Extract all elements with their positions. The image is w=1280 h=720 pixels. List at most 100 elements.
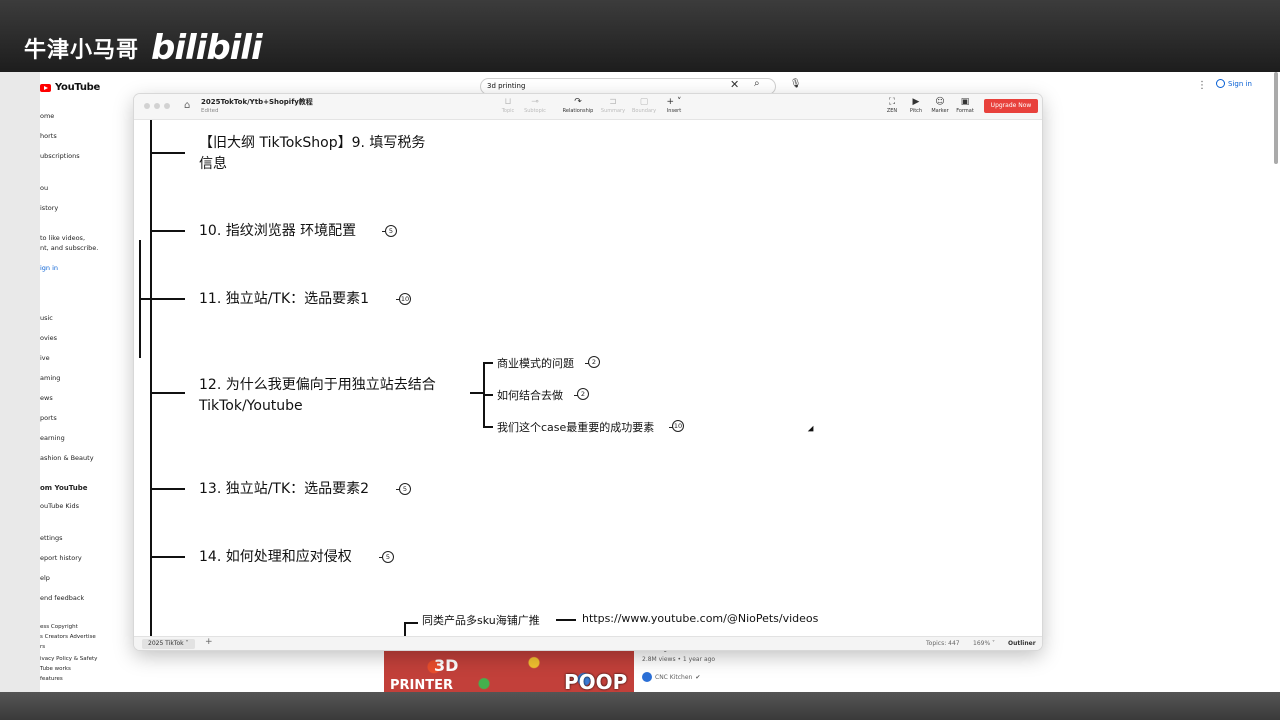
mouse-cursor-icon xyxy=(807,425,817,435)
insert-button[interactable]: + ˅ Insert xyxy=(657,97,691,115)
sidebar-item-you[interactable]: ou xyxy=(40,184,48,192)
sidebar-footer-5[interactable]: Tube works xyxy=(40,666,71,672)
video-bottom-band xyxy=(0,692,1280,720)
subtopic-count-badge-14[interactable]: 5 xyxy=(382,551,394,563)
summary-button[interactable]: ⊐ Summary xyxy=(596,97,630,115)
sidebar-item-history[interactable]: istory xyxy=(40,204,58,212)
insert-icon: + ˅ xyxy=(666,97,682,107)
subtopic-count-badge-sub-3[interactable]: 10 xyxy=(672,420,684,432)
topic-node-14[interactable]: 14. 如何处理和应对侵权 xyxy=(199,547,352,567)
connector-node-12 xyxy=(151,392,185,394)
subtopic-button[interactable]: ⊸ Subtopic xyxy=(518,97,552,115)
app-status-bar: 2025 TikTok ˅ + Topics: 447 169% ˅ Outli… xyxy=(134,636,1042,650)
window-minimize-button[interactable] xyxy=(154,103,160,109)
youtube-sign-in-button[interactable]: Sign in xyxy=(1216,79,1252,88)
subtopic-how-to-combine[interactable]: 如何结合去做 xyxy=(497,387,563,403)
video-thumbnail[interactable]: 3D PRINTER POOP xyxy=(384,650,634,692)
sidebar-item-home[interactable]: ome xyxy=(40,112,54,120)
bilibili-logo: bilibili xyxy=(151,28,263,68)
sidebar-signin-link[interactable]: ign in xyxy=(40,264,58,272)
sidebar-item-youtube-kids[interactable]: ouTube Kids xyxy=(40,502,79,510)
outliner-button[interactable]: Outliner xyxy=(1008,640,1036,647)
document-title[interactable]: 2025TokTok/Ytb+Shopify教程 xyxy=(201,97,313,107)
home-icon[interactable]: ⌂ xyxy=(184,100,190,111)
sidebar-item-sports[interactable]: ports xyxy=(40,414,57,422)
sidebar-footer-6[interactable]: features xyxy=(40,676,63,682)
search-icon[interactable]: ⌕ xyxy=(754,78,760,89)
topic-node-9-line-1[interactable]: 【旧大纲 TikTokShop】9. 填写税务 xyxy=(199,133,425,153)
subtopic-count-badge-11[interactable]: 10 xyxy=(399,293,411,305)
relationship-button[interactable]: ↷ Relationship xyxy=(561,97,595,115)
left-edge xyxy=(0,72,40,692)
mindmap-app-window: ⌂ 2025TokTok/Ytb+Shopify教程 Edited ⊔ Topi… xyxy=(134,94,1042,650)
upgrade-now-button[interactable]: Upgrade Now xyxy=(984,99,1038,113)
boundary-label: Boundary xyxy=(631,108,657,114)
more-vertical-icon[interactable]: ⋮ xyxy=(1197,80,1207,91)
topic-niopets-link[interactable]: https://www.youtube.com/@NioPets/videos xyxy=(582,612,818,625)
sheet-tab-2025-tiktok[interactable]: 2025 TikTok ˅ xyxy=(142,639,195,649)
sidebar-item-fashion[interactable]: ashion & Beauty xyxy=(40,454,94,462)
document-status: Edited xyxy=(201,108,219,114)
child-connector-3 xyxy=(483,426,493,428)
sidebar-item-live[interactable]: ive xyxy=(40,354,50,362)
sidebar-item-news[interactable]: ews xyxy=(40,394,53,402)
relationship-icon: ↷ xyxy=(574,97,582,107)
sidebar-section-more-from-youtube: om YouTube xyxy=(40,484,88,492)
sidebar-item-help[interactable]: elp xyxy=(40,574,50,582)
subtopic-count-badge-sub-2[interactable]: 2 xyxy=(577,388,589,400)
topic-node-10[interactable]: 10. 指纹浏览器 环境配置 xyxy=(199,221,356,241)
sidebar-item-report-history[interactable]: eport history xyxy=(40,554,82,562)
sidebar-item-movies[interactable]: ovies xyxy=(40,334,57,342)
connector-node-9 xyxy=(151,152,185,154)
sidebar-item-send-feedback[interactable]: end feedback xyxy=(40,594,84,602)
topic-node-9-line-2[interactable]: 信息 xyxy=(199,154,227,174)
subtopic-label: Subtopic xyxy=(524,108,546,114)
boundary-button[interactable]: ▢ Boundary xyxy=(627,97,661,115)
sidebar-footer-3[interactable]: rs xyxy=(40,644,45,650)
app-toolbar: ⌂ 2025TokTok/Ytb+Shopify教程 Edited ⊔ Topi… xyxy=(134,94,1042,120)
microphone-icon[interactable]: 🎙 xyxy=(790,79,801,89)
subtopic-success-factors[interactable]: 我们这个case最重要的成功要素 xyxy=(497,419,654,435)
sidebar-footer-2[interactable]: s Creators Advertise xyxy=(40,634,96,640)
subtopic-count-badge-13[interactable]: 5 xyxy=(399,483,411,495)
zoom-level-select[interactable]: 169% ˅ xyxy=(973,640,995,647)
topic-same-product-multi-sku[interactable]: 同类产品多sku海铺广推 xyxy=(422,612,540,628)
relationship-label: Relationship xyxy=(562,108,594,114)
sidebar-signin-prompt-1: to like videos, xyxy=(40,234,86,242)
format-button[interactable]: ▣ Format xyxy=(948,97,982,115)
close-icon[interactable]: ✕ xyxy=(730,78,739,91)
thumbnail-text-poop: POOP xyxy=(564,670,628,692)
topic-node-13[interactable]: 13. 独立站/TK：选品要素2 xyxy=(199,479,369,499)
window-close-button[interactable] xyxy=(144,103,150,109)
sidebar-item-learning[interactable]: earning xyxy=(40,434,65,442)
window-zoom-button[interactable] xyxy=(164,103,170,109)
subtopic-icon: ⊸ xyxy=(531,97,539,107)
sidebar-item-gaming[interactable]: aming xyxy=(40,374,60,382)
topic-node-12-line-1[interactable]: 12. 为什么我更偏向于用独立站去结合 xyxy=(199,375,436,395)
topic-node-12-line-2[interactable]: TikTok/Youtube xyxy=(199,396,303,416)
youtube-scrollbar[interactable] xyxy=(1274,72,1278,164)
video-meta: 2.8M views • 1 year ago xyxy=(642,656,716,663)
sidebar-signin-prompt-2: nt, and subscribe. xyxy=(40,244,99,252)
topic-node-11[interactable]: 11. 独立站/TK：选品要素1 xyxy=(199,289,369,309)
child-connector-1 xyxy=(483,362,493,364)
channel-avatar xyxy=(642,672,652,682)
subtopic-business-model[interactable]: 商业模式的问题 xyxy=(497,355,574,371)
subtopic-count-badge-10[interactable]: 5 xyxy=(385,225,397,237)
sidebar-item-subscriptions[interactable]: ubscriptions xyxy=(40,152,80,160)
summary-icon: ⊐ xyxy=(609,97,617,107)
youtube-play-icon xyxy=(40,83,51,92)
mindmap-canvas[interactable]: 【旧大纲 TikTokShop】9. 填写税务 信息 10. 指纹浏览器 环境配… xyxy=(134,120,1042,636)
thumbnail-text-3d: 3D xyxy=(434,656,459,675)
sidebar-item-music[interactable]: usic xyxy=(40,314,53,322)
youtube-logo[interactable]: YouTube xyxy=(40,82,100,93)
topics-count: Topics: 447 xyxy=(926,640,960,647)
sidebar-footer-4[interactable]: ivacy Policy & Safety xyxy=(40,656,97,662)
add-sheet-button[interactable]: + xyxy=(205,637,213,647)
sidebar-item-shorts[interactable]: horts xyxy=(40,132,57,140)
subtopic-count-badge-sub-1[interactable]: 2 xyxy=(588,356,600,368)
insert-label: Insert xyxy=(666,108,682,114)
video-channel[interactable]: CNC Kitchen ✔ xyxy=(642,672,700,682)
sidebar-item-settings[interactable]: ettings xyxy=(40,534,63,542)
sidebar-footer-1[interactable]: ess Copyright xyxy=(40,624,78,630)
